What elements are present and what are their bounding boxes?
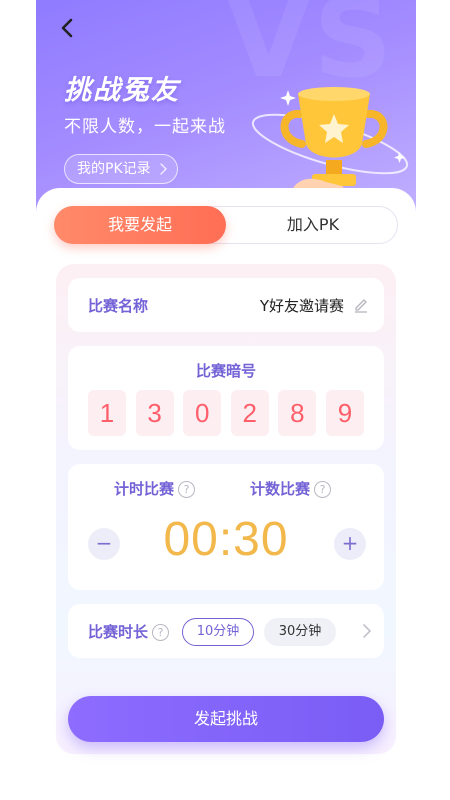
mode-timed-option[interactable]: 计时比赛? xyxy=(114,478,196,499)
code-digit: 1 xyxy=(88,390,126,436)
mode-timed-label: 计时比赛 xyxy=(114,480,175,498)
duration-option-30min[interactable]: 30分钟 xyxy=(264,618,336,646)
help-icon[interactable]: ? xyxy=(314,481,332,498)
tab-initiate[interactable]: 我要发起 xyxy=(54,206,226,244)
page-title: 挑战冤友 xyxy=(64,75,180,106)
secret-code-section: 比赛暗号 1 3 0 2 8 9 xyxy=(68,346,384,450)
phone-screen: VS 挑战冤友 不限人数，一起来战 我的PK记录 我要发起 加入PK 比赛名称 … xyxy=(36,0,416,800)
duration-label: 比赛时长? xyxy=(88,621,170,642)
help-icon[interactable]: ? xyxy=(152,624,170,641)
pk-record-button[interactable]: 我的PK记录 xyxy=(64,154,178,184)
increase-time-button[interactable]: + xyxy=(334,528,366,560)
secret-code-label: 比赛暗号 xyxy=(195,362,256,380)
duration-option-10min[interactable]: 10分钟 xyxy=(182,618,254,646)
more-chevron-icon[interactable] xyxy=(362,623,372,639)
timer-section: 计时比赛? 计数比赛? − 00:30 + xyxy=(68,464,384,590)
back-arrow-icon xyxy=(61,18,73,38)
mode-count-option[interactable]: 计数比赛? xyxy=(250,478,332,499)
match-name-label: 比赛名称 xyxy=(88,297,149,315)
chevron-right-icon xyxy=(159,163,167,175)
tab-join-pk[interactable]: 加入PK xyxy=(227,206,399,244)
code-digit: 0 xyxy=(183,390,222,436)
match-name-row[interactable]: 比赛名称 Y好友邀请赛 xyxy=(68,278,384,332)
help-icon[interactable]: ? xyxy=(178,481,196,498)
code-digit: 2 xyxy=(230,390,269,436)
edit-pencil-icon[interactable] xyxy=(352,295,370,313)
main-card: 我要发起 加入PK 比赛名称 Y好友邀请赛 比赛暗号 1 3 0 2 8 9 计… xyxy=(36,188,416,800)
start-challenge-button[interactable]: 发起挑战 xyxy=(68,696,384,742)
back-button[interactable] xyxy=(54,14,82,42)
duration-row: 比赛时长? 10分钟 30分钟 xyxy=(68,604,384,658)
code-digit: 8 xyxy=(278,390,317,436)
mode-count-label: 计数比赛 xyxy=(250,480,311,498)
settings-panel: 比赛名称 Y好友邀请赛 比赛暗号 1 3 0 2 8 9 计时比赛 ? 计数比赛… xyxy=(56,264,396,754)
code-digit: 9 xyxy=(325,390,364,436)
mode-tabs: 我要发起 加入PK xyxy=(54,206,398,244)
pk-record-label: 我的PK记录 xyxy=(77,161,151,177)
match-name-value: Y好友邀请赛 xyxy=(259,297,344,315)
secret-code-digits: 1 3 0 2 8 9 xyxy=(88,390,364,436)
page-subtitle: 不限人数，一起来战 xyxy=(64,117,226,137)
code-digit: 3 xyxy=(135,390,174,436)
